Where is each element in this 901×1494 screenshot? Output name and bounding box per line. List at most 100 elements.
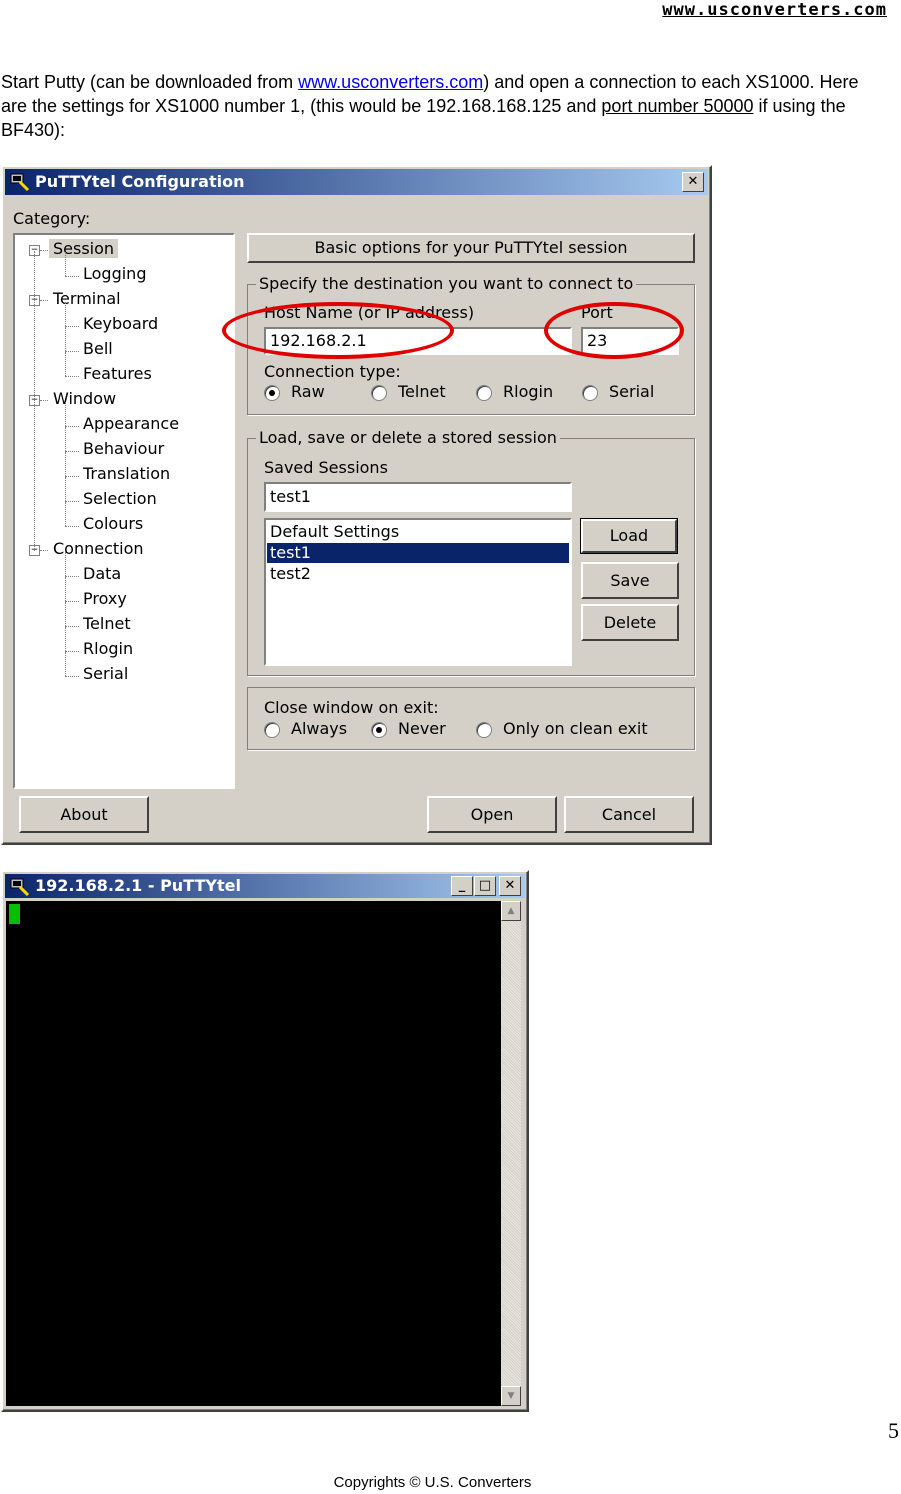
tree-item-logging[interactable]: Logging	[83, 264, 146, 283]
tree-connector	[65, 626, 79, 627]
tree-connector	[65, 426, 79, 427]
destination-group-label: Specify the destination you want to conn…	[256, 274, 637, 293]
delete-button[interactable]: Delete	[581, 604, 679, 641]
tree-item-selection[interactable]: Selection	[83, 489, 157, 508]
connection-type-label: Connection type:	[264, 362, 401, 381]
tree-connector	[65, 627, 66, 651]
tree-connector	[65, 451, 79, 452]
close-always-radio[interactable]	[264, 722, 280, 738]
tree-connector	[65, 477, 66, 501]
session-list-item[interactable]: test2	[267, 564, 569, 584]
terminal-cursor	[9, 904, 20, 924]
about-button[interactable]: About	[19, 796, 149, 833]
tree-item-translation[interactable]: Translation	[83, 464, 170, 483]
close-only-on-clean-exit-label[interactable]: Only on clean exit	[503, 719, 648, 738]
copyright: Copyrights © U.S. Converters	[333, 1474, 532, 1491]
scroll-up-icon[interactable]: ▲	[501, 901, 521, 921]
saved-sessions-label: Saved Sessions	[264, 458, 388, 477]
tree-item-telnet[interactable]: Telnet	[83, 614, 131, 633]
tree-item-rlogin[interactable]: Rlogin	[83, 639, 133, 658]
session-list[interactable]: Default Settings test1 test2	[264, 518, 572, 666]
config-window: PuTTYtel Configuration ✕ Category: − Sess…	[1, 165, 712, 845]
close-only-on-clean-exit-radio[interactable]	[476, 722, 492, 738]
conn-type-rlogin-radio[interactable]	[476, 385, 492, 401]
tree-connector	[65, 352, 66, 376]
save-button[interactable]: Save	[581, 562, 679, 599]
tree-connector	[65, 526, 79, 527]
terminal-screen[interactable]	[6, 901, 501, 1406]
tree-item-bell[interactable]: Bell	[83, 339, 113, 358]
conn-type-raw-radio[interactable]	[264, 385, 280, 401]
tree-item-terminal[interactable]: Terminal	[53, 289, 121, 308]
tree-connector	[65, 676, 79, 677]
conn-type-serial-radio[interactable]	[582, 385, 598, 401]
saved-session-value: test1	[270, 487, 311, 506]
tree-item-window[interactable]: Window	[53, 389, 116, 408]
tree-connector	[65, 276, 79, 277]
site-header[interactable]: www.usconverters.com	[662, 0, 887, 20]
tree-connector	[65, 326, 79, 327]
putty-icon	[10, 878, 30, 896]
tree-item-data[interactable]: Data	[83, 564, 121, 583]
putty-icon	[10, 173, 30, 191]
tree-connector	[65, 452, 66, 476]
close-never-label[interactable]: Never	[398, 719, 446, 738]
port-note: port number 50000	[601, 96, 754, 116]
tree-item-serial[interactable]: Serial	[83, 664, 128, 683]
tree-connector	[40, 550, 48, 551]
conn-type-raw-label[interactable]: Raw	[291, 382, 325, 401]
close-never-radio[interactable]	[371, 722, 387, 738]
tree-item-proxy[interactable]: Proxy	[83, 589, 127, 608]
terminal-title: 192.168.2.1 - PuTTYtel	[35, 876, 241, 895]
saved-session-input[interactable]: test1	[264, 482, 572, 512]
session-list-item[interactable]: Default Settings	[267, 522, 569, 542]
tree-item-session[interactable]: Session	[49, 239, 119, 258]
close-icon[interactable]: ✕	[499, 876, 521, 896]
tree-connector	[65, 302, 66, 326]
conn-type-rlogin-label[interactable]: Rlogin	[503, 382, 553, 401]
config-titlebar[interactable]: PuTTYtel Configuration ✕	[5, 169, 708, 195]
session-list-item[interactable]: test1	[267, 543, 569, 563]
load-button[interactable]: Load	[580, 518, 678, 554]
tree-item-colours[interactable]: Colours	[83, 514, 143, 533]
intro-text-1: Start Putty (can be downloaded from	[1, 72, 299, 92]
cancel-button[interactable]: Cancel	[564, 796, 694, 833]
scroll-down-icon[interactable]: ▼	[501, 1386, 521, 1406]
tree-connector	[65, 476, 79, 477]
tree-connector	[65, 577, 66, 601]
tree-connector	[65, 576, 79, 577]
close-on-exit-group: Close window on exit: Always Never Only on…	[247, 687, 695, 750]
terminal-titlebar[interactable]: 192.168.2.1 - PuTTYtel _ □ ✕	[5, 874, 525, 898]
tree-connector	[40, 250, 48, 251]
close-on-exit-label: Close window on exit:	[264, 698, 439, 717]
tree-connector	[65, 427, 66, 451]
conn-type-serial-label[interactable]: Serial	[609, 382, 654, 401]
tree-connector	[65, 601, 79, 602]
tree-item-behaviour[interactable]: Behaviour	[83, 439, 164, 458]
tree-connector	[40, 400, 48, 401]
terminal-window: 192.168.2.1 - PuTTYtel _ □ ✕ ▲ ▼	[1, 870, 529, 1412]
maximize-icon[interactable]: □	[474, 876, 496, 896]
tree-item-appearance[interactable]: Appearance	[83, 414, 179, 433]
tree-connector	[65, 402, 66, 426]
minimize-icon[interactable]: _	[451, 876, 473, 896]
close-always-label[interactable]: Always	[291, 719, 347, 738]
open-button[interactable]: Open	[427, 796, 557, 833]
category-label: Category:	[13, 209, 91, 228]
port-highlight-ellipse	[544, 302, 684, 359]
host-highlight-ellipse	[222, 302, 454, 359]
tree-connector	[40, 300, 48, 301]
tree-item-features[interactable]: Features	[83, 364, 152, 383]
conn-type-telnet-label[interactable]: Telnet	[398, 382, 446, 401]
close-icon[interactable]: ✕	[682, 172, 704, 192]
tree-connector	[65, 652, 66, 676]
tree-connector	[65, 252, 66, 276]
tree-connector	[65, 351, 79, 352]
sessions-group-label: Load, save or delete a stored session	[256, 428, 560, 447]
tree-connector	[34, 251, 35, 551]
tree-item-keyboard[interactable]: Keyboard	[83, 314, 158, 333]
tree-item-connection[interactable]: Connection	[53, 539, 144, 558]
download-link[interactable]: www.usconverters.com	[298, 72, 483, 92]
conn-type-telnet-radio[interactable]	[371, 385, 387, 401]
terminal-scrollbar[interactable]: ▲ ▼	[501, 901, 521, 1406]
